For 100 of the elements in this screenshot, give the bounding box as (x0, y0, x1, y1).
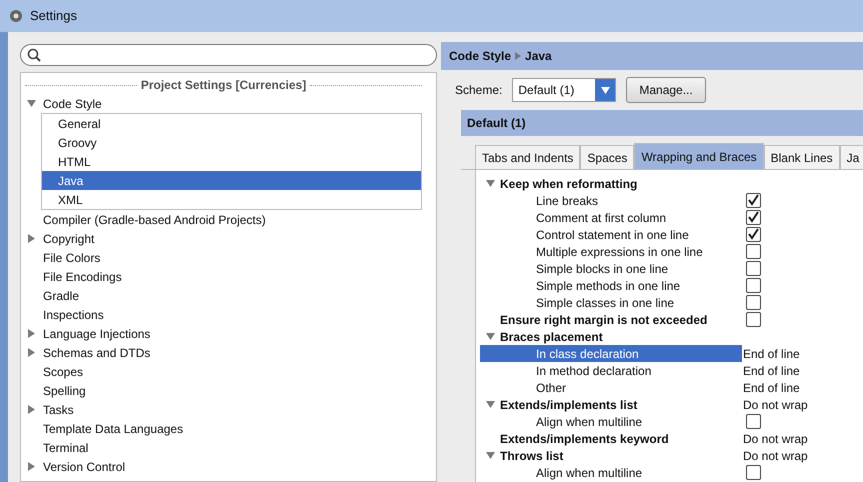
option-value[interactable]: Do not wrap (743, 446, 808, 464)
tree-item[interactable]: Groovy (42, 133, 421, 152)
option-label: Control statement in one line (536, 226, 689, 244)
breadcrumb-parent[interactable]: Code Style (449, 47, 512, 65)
expanded-arrow-icon[interactable] (486, 332, 495, 341)
expanded-arrow-icon[interactable] (486, 400, 495, 409)
checkbox[interactable] (746, 261, 761, 276)
option-row[interactable]: Other (480, 379, 742, 396)
tree-item[interactable]: Compiler (Gradle-based Android Projects) (25, 210, 436, 229)
tree-item[interactable]: Schemas and DTDs (25, 343, 436, 362)
tab[interactable]: Ja (840, 145, 863, 169)
option-label: Other (536, 380, 566, 396)
option-label: Multiple expressions in one line (536, 244, 703, 260)
checkbox[interactable] (746, 227, 761, 242)
breadcrumb-current: Java (525, 48, 552, 65)
collapsed-arrow-icon[interactable] (27, 462, 36, 471)
collapsed-arrow-icon[interactable] (27, 405, 36, 414)
option-label: Line breaks (536, 192, 598, 210)
option-row[interactable]: Align when multiline (480, 413, 742, 430)
option-row[interactable]: In class declaration (480, 345, 742, 362)
expanded-arrow-icon[interactable] (486, 179, 495, 188)
checkbox[interactable] (746, 465, 761, 480)
option-label: Comment at first column (536, 210, 666, 226)
tree-item[interactable]: Language Injections (25, 324, 436, 343)
scheme-dropdown[interactable]: Default (1) (512, 78, 616, 102)
option-label: Extends/implements list (500, 396, 638, 414)
tree-item[interactable]: File Encodings (25, 267, 436, 286)
option-label: Simple methods in one line (536, 278, 680, 294)
collapsed-arrow-icon[interactable] (27, 348, 36, 357)
option-row[interactable]: Line breaks (480, 192, 742, 209)
checkbox[interactable] (746, 414, 761, 429)
option-label: Align when multiline (536, 414, 642, 430)
option-value[interactable]: End of line (743, 362, 800, 380)
expanded-arrow-icon[interactable] (27, 99, 36, 108)
option-row[interactable]: Keep when reformatting (480, 175, 742, 192)
tree-item[interactable]: XML (42, 190, 421, 209)
option-row[interactable]: Align when multiline (480, 464, 742, 481)
dropdown-arrow-icon (600, 86, 610, 94)
checkbox[interactable] (746, 244, 761, 259)
option-label: Simple blocks in one line (536, 260, 668, 278)
option-row[interactable]: Ensure right margin is not exceeded (480, 311, 742, 328)
tree-item[interactable]: Terminal (25, 438, 436, 457)
option-row[interactable]: Multiple expressions in one line (480, 243, 742, 260)
tree-item[interactable]: Inspections (25, 305, 436, 324)
search-icon (27, 48, 41, 62)
option-label: Simple classes in one line (536, 294, 674, 312)
option-value[interactable]: Do not wrap (743, 430, 808, 448)
breadcrumb-arrow-icon (515, 52, 522, 60)
tab[interactable]: Blank Lines (764, 145, 840, 169)
tree-item[interactable]: Version Control (25, 457, 436, 476)
option-row[interactable]: Simple classes in one line (480, 294, 742, 311)
checkbox[interactable] (746, 278, 761, 293)
checkbox[interactable] (746, 295, 761, 310)
collapsed-arrow-icon[interactable] (27, 329, 36, 338)
tree-item[interactable]: General (42, 114, 421, 133)
option-value[interactable]: End of line (743, 344, 800, 362)
tab[interactable]: Wrapping and Braces (634, 143, 764, 169)
scheme-label: Scheme: (455, 82, 502, 99)
tree-item[interactable]: Java (42, 171, 421, 190)
option-value[interactable]: Do not wrap (743, 396, 808, 414)
search-field[interactable] (20, 44, 437, 66)
option-row[interactable]: Control statement in one line (480, 226, 742, 243)
option-label: Extends/implements keyword (500, 430, 669, 448)
option-row[interactable]: Simple blocks in one line (480, 260, 742, 277)
scheme-header: Default (1) (461, 110, 863, 136)
option-row[interactable]: Extends/implements keyword (480, 430, 742, 447)
tree-item[interactable]: File Colors (25, 248, 436, 267)
tree-item[interactable]: Gradle (25, 286, 436, 305)
tree-item[interactable]: Copyright (25, 229, 436, 248)
expanded-arrow-icon[interactable] (486, 451, 495, 460)
option-label: In class declaration (536, 346, 639, 362)
option-row[interactable]: Comment at first column (480, 209, 742, 226)
app-icon (8, 8, 24, 24)
option-label: Keep when reformatting (500, 176, 638, 192)
window-title: Settings (30, 7, 77, 26)
option-label: Align when multiline (536, 464, 642, 482)
option-label: Throws list (500, 448, 564, 464)
option-value[interactable]: End of line (743, 378, 800, 396)
manage-button[interactable]: Manage... (626, 77, 706, 103)
tree-item[interactable]: Spelling (25, 381, 436, 400)
collapsed-arrow-icon[interactable] (27, 234, 36, 243)
option-row[interactable]: Simple methods in one line (480, 277, 742, 294)
tree-item[interactable]: HTML (42, 152, 421, 171)
tree-item[interactable]: Scopes (25, 362, 436, 381)
option-row[interactable]: Extends/implements list (480, 396, 742, 413)
section-header: Project Settings [Currencies] (140, 77, 306, 94)
option-row[interactable]: Braces placement (480, 328, 742, 345)
option-label: Braces placement (500, 328, 603, 346)
tab[interactable]: Spaces (580, 145, 634, 169)
tree-item[interactable]: Code Style (25, 94, 436, 113)
tree-item[interactable]: Tasks (25, 400, 436, 419)
option-label: In method declaration (536, 362, 652, 380)
checkbox[interactable] (746, 312, 761, 327)
option-label: Ensure right margin is not exceeded (500, 312, 708, 328)
checkbox[interactable] (746, 193, 761, 208)
tree-item[interactable]: Template Data Languages (25, 419, 436, 438)
checkbox[interactable] (746, 210, 761, 225)
option-row[interactable]: In method declaration (480, 362, 742, 379)
option-row[interactable]: Throws list (480, 447, 742, 464)
tab[interactable]: Tabs and Indents (475, 145, 580, 169)
